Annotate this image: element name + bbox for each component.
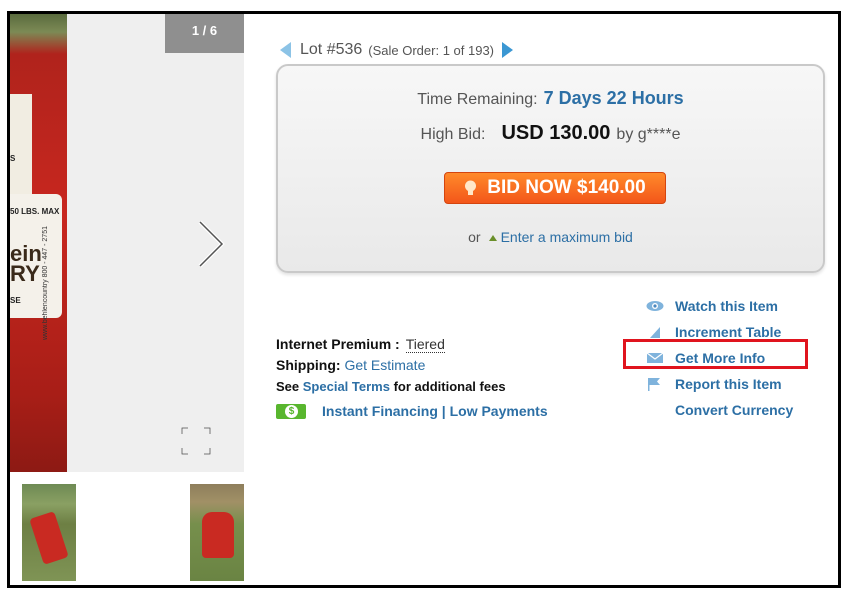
increment-table-link[interactable]: Increment Table — [646, 319, 826, 345]
internet-premium-label: Internet Premium : — [276, 336, 400, 352]
thumbnail-machine — [29, 511, 69, 565]
high-bid-label: High Bid: — [420, 126, 486, 143]
photo-sticker — [10, 94, 32, 204]
lot-number: Lot #536 — [300, 41, 363, 58]
bid-box: Time Remaining: 7 Days 22 Hours High Bid:… — [276, 64, 825, 273]
high-bid-row: High Bid: USD 130.00 by g****e — [278, 122, 823, 145]
special-terms-row: See Special Terms for additional fees — [276, 376, 506, 397]
see-text: See — [276, 379, 300, 394]
enter-max-bid-link[interactable]: Enter a maximum bid — [501, 229, 633, 245]
bid-now-button[interactable]: BID NOW $140.00 — [444, 172, 666, 204]
envelope-icon — [646, 352, 664, 363]
thumbnail-machine — [202, 512, 234, 558]
image-gallery[interactable]: S 50 LBS. MAX ein RY www.behlencountry 8… — [10, 14, 244, 472]
item-actions: Watch this Item Increment Table Get More… — [646, 293, 826, 423]
photo-text-lbs: 50 LBS. MAX — [10, 207, 60, 216]
up-arrow-icon — [488, 234, 497, 241]
report-item-link[interactable]: Report this Item — [646, 371, 826, 397]
lightbulb-icon — [465, 180, 477, 195]
thumbnail-2[interactable] — [190, 484, 244, 581]
get-more-info-link[interactable]: Get More Info — [646, 345, 826, 371]
internet-premium-row: Internet Premium : Tiered — [276, 334, 506, 355]
auction-lot-panel: S 50 LBS. MAX ein RY www.behlencountry 8… — [7, 11, 841, 588]
additional-fees-text: for additional fees — [393, 379, 506, 394]
image-counter: 1 / 6 — [165, 14, 244, 53]
watch-item-label: Watch this Item — [675, 298, 778, 314]
next-image-button[interactable] — [190, 217, 230, 272]
convert-currency-label: Convert Currency — [675, 402, 794, 418]
instant-financing-label: Instant Financing | Low Payments — [322, 403, 548, 419]
high-bidder: by g****e — [616, 126, 681, 143]
shipping-label: Shipping: — [276, 357, 341, 373]
high-bid-value: USD 130.00 — [501, 122, 611, 144]
photo-url-text: www.behlencountry 800 - 447 - 2751 — [42, 226, 49, 341]
convert-currency-link[interactable]: Convert Currency — [646, 397, 826, 423]
thumbnail-strip — [10, 472, 244, 585]
next-lot-arrow-icon[interactable] — [502, 42, 514, 58]
flag-icon — [648, 378, 660, 391]
sale-order: (Sale Order: 1 of 193) — [368, 42, 495, 58]
internet-premium-tiered[interactable]: Tiered — [405, 336, 445, 353]
or-text: or — [468, 229, 481, 245]
report-item-label: Report this Item — [675, 376, 782, 392]
time-remaining-value: 7 Days 22 Hours — [543, 88, 684, 108]
shipping-row: Shipping: Get Estimate — [276, 355, 506, 376]
get-estimate-link[interactable]: Get Estimate — [344, 357, 425, 373]
bid-now-label: BID NOW $140.00 — [487, 177, 646, 198]
lot-info: Internet Premium : Tiered Shipping: Get E… — [276, 334, 506, 397]
get-more-info-label: Get More Info — [675, 350, 766, 366]
increment-table-label: Increment Table — [675, 324, 782, 340]
eye-icon — [646, 301, 664, 311]
fullscreen-button[interactable] — [180, 426, 212, 456]
money-symbol: $ — [285, 404, 298, 418]
photo-brand-text: ein RY — [10, 241, 42, 286]
time-remaining-row: Time Remaining: 7 Days 22 Hours — [278, 88, 823, 109]
previous-lot-arrow-icon[interactable] — [280, 42, 291, 58]
instant-financing-link[interactable]: $ Instant Financing | Low Payments — [276, 403, 548, 419]
signal-bars-icon — [650, 327, 660, 338]
money-icon: $ — [276, 403, 306, 419]
watch-item-link[interactable]: Watch this Item — [646, 293, 826, 319]
thumbnail-1[interactable] — [22, 484, 76, 581]
max-bid-row: or Enter a maximum bid — [278, 229, 823, 245]
chevron-right-icon — [198, 220, 225, 268]
lot-navigation: Lot #536 (Sale Order: 1 of 193) — [280, 38, 514, 62]
photo-text-se: SE — [10, 296, 21, 305]
expand-icon — [181, 427, 211, 455]
special-terms-link[interactable]: Special Terms — [303, 379, 390, 394]
photo-text-s: S — [10, 154, 16, 163]
main-photo: S 50 LBS. MAX ein RY www.behlencountry 8… — [10, 14, 67, 472]
time-remaining-label: Time Remaining: — [417, 91, 538, 108]
